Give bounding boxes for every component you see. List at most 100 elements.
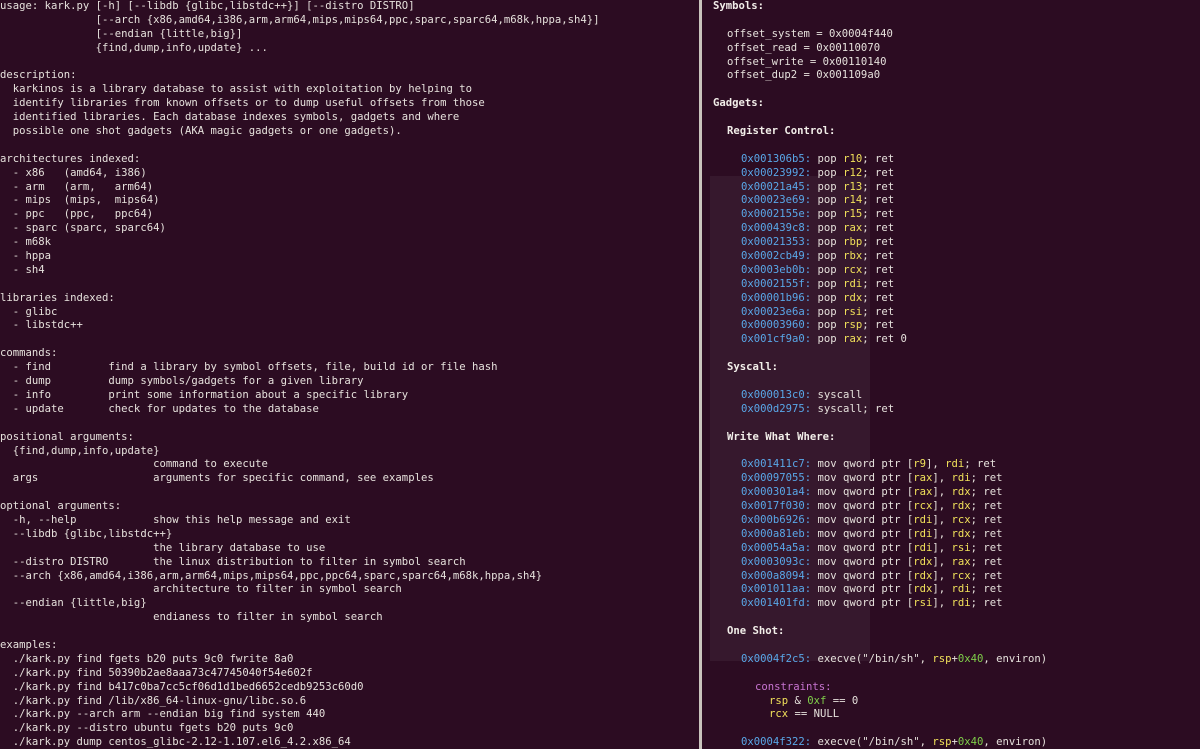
register: rax — [843, 222, 863, 235]
gadget-text: ; ret — [862, 305, 895, 318]
register: rsp — [932, 652, 952, 665]
help-line: {find,dump,info,update} — [0, 444, 160, 457]
number: 0x40 — [957, 736, 984, 749]
help-line: examples: — [0, 638, 58, 651]
gadget-text: ; ret — [970, 555, 1003, 568]
register: rdx — [951, 486, 971, 499]
register: rdi — [843, 277, 863, 290]
gadget-address: 0x0004f2c5: — [741, 652, 812, 665]
register: rbx — [843, 250, 863, 263]
gadget-text: ], — [932, 527, 952, 540]
register: rsi — [951, 541, 971, 554]
help-line: the library database to use — [0, 541, 326, 554]
gadget-address: 0x00097055: — [741, 472, 812, 485]
gadget-text: ], — [932, 500, 952, 513]
gadget-address: 0x0002cb49: — [741, 250, 812, 263]
gadget-text: pop — [811, 250, 844, 263]
gadget-text: ; ret — [862, 319, 895, 332]
symbol-line: offset_dup2 = 0x001109a0 — [727, 69, 881, 82]
gadget-text: ], — [932, 555, 952, 568]
gadget-text: ; ret — [862, 152, 895, 165]
help-line: --distro DISTRO the linux distribution t… — [0, 555, 466, 568]
gadget-text: ; ret — [862, 222, 895, 235]
gadget-row: 0x0002cb49: pop rbx; ret — [713, 250, 1200, 264]
gadget-row: 0x001401fd: mov qword ptr [rsi], rdi; re… — [713, 597, 1200, 611]
help-line: - mips (mips, mips64) — [0, 194, 160, 207]
gadget-address: 0x000439c8: — [741, 222, 812, 235]
help-line: optional arguments: — [0, 500, 122, 513]
gadget-text: , environ) — [983, 736, 1048, 749]
gadget-text: ; ret — [862, 291, 895, 304]
gadget-address: 0x000a81eb: — [741, 527, 812, 540]
gadget-row: 0x000a8094: mov qword ptr [rdx], rcx; re… — [713, 570, 1200, 584]
register: rdi — [913, 541, 933, 554]
gadget-address: 0x00023e6a: — [741, 305, 812, 318]
help-line: ./kark.py find b417c0ba7cc5cf06d1d1bed66… — [0, 680, 364, 693]
register-control-list: 0x001306b5: pop r10; ret 0x00023992: pop … — [713, 153, 1200, 347]
help-line: - m68k — [0, 236, 52, 249]
gadget-address: 0x00021353: — [741, 236, 812, 249]
gadget-text: ; ret — [970, 583, 1003, 596]
help-line: - find find a library by symbol offsets,… — [0, 361, 498, 374]
gadget-row: 0x001306b5: pop r10; ret — [713, 153, 1200, 167]
help-line: command to execute — [0, 458, 268, 471]
gadget-row: 0x000013c0: syscall — [713, 389, 1200, 403]
gadget-text: , environ) — [983, 652, 1048, 665]
syscall-header: Syscall: — [727, 361, 779, 374]
gadget-text: mov qword ptr [ — [811, 527, 914, 540]
gadget-text: mov qword ptr [ — [811, 513, 914, 526]
gadget-row: 0x00023e69: pop r14; ret — [713, 194, 1200, 208]
gadget-text: pop — [811, 236, 844, 249]
help-line: libraries indexed: — [0, 291, 115, 304]
gadget-text: pop — [811, 166, 844, 179]
gadget-row: 0x00023e6a: pop rsi; ret — [713, 306, 1200, 320]
register: rcx — [843, 263, 863, 276]
help-line: - arm (arm, arm64) — [0, 180, 154, 193]
left-terminal-pane[interactable]: usage: kark.py [-h] [--libdb {glibc,libs… — [0, 0, 699, 749]
register: rax — [913, 486, 933, 499]
gadget-text: ; ret — [862, 250, 895, 263]
constraint-line: rsp & 0xf == 0 — [713, 695, 1200, 709]
help-line: possible one shot gadgets (AKA magic gad… — [0, 125, 402, 138]
register: rdx — [913, 583, 933, 596]
help-line: ./kark.py --distro ubuntu fgets b20 puts… — [0, 722, 294, 735]
help-line: - hppa — [0, 250, 52, 263]
help-line: positional arguments: — [0, 430, 134, 443]
gadget-text: pop — [811, 194, 844, 207]
gadget-address: 0x001401fd: — [741, 597, 812, 610]
register: rcx — [913, 500, 933, 513]
gadget-text: ], — [932, 541, 952, 554]
gadget-row: 0x0017f030: mov qword ptr [rcx], rdx; re… — [713, 500, 1200, 514]
gadget-row: 0x0003eb0b: pop rcx; ret — [713, 264, 1200, 278]
help-line: ./kark.py find /lib/x86_64-linux-gnu/lib… — [0, 694, 307, 707]
constraints-label: constraints: — [755, 680, 832, 693]
gadget-text: ], — [926, 458, 946, 471]
gadget-text: syscall — [811, 388, 863, 401]
gadget-text: mov qword ptr [ — [811, 541, 914, 554]
write-what-where-list: 0x001411c7: mov qword ptr [r9], rdi; ret… — [713, 458, 1200, 611]
gadget-text: ; ret 0 — [862, 333, 907, 346]
constraint-text: == NULL — [788, 708, 840, 721]
gadget-row: 0x001411c7: mov qword ptr [r9], rdi; ret — [713, 458, 1200, 472]
help-line — [0, 139, 699, 153]
help-line: --endian {little,big} — [0, 597, 147, 610]
register: rsp — [769, 694, 789, 707]
gadget-text: ; ret — [862, 194, 895, 207]
gadget-text: ], — [932, 513, 952, 526]
register: rbp — [843, 236, 863, 249]
right-terminal-pane[interactable]: Symbols: offset_system = 0x0004f440 offs… — [702, 0, 1200, 749]
register-control-header: Register Control: — [727, 125, 836, 138]
write-what-where-header: Write What Where: — [727, 430, 836, 443]
gadget-row: 0x0003093c: mov qword ptr [rdx], rax; re… — [713, 556, 1200, 570]
symbols-header: Symbols: — [713, 0, 765, 12]
help-line: karkinos is a library database to assist… — [0, 83, 472, 96]
gadget-row: 0x00054a5a: mov qword ptr [rdi], rsi; re… — [713, 542, 1200, 556]
gadget-address: 0x001411c7: — [741, 458, 812, 471]
help-line: usage: kark.py [-h] [--libdb {glibc,libs… — [0, 0, 415, 12]
register: rsp — [932, 736, 952, 749]
